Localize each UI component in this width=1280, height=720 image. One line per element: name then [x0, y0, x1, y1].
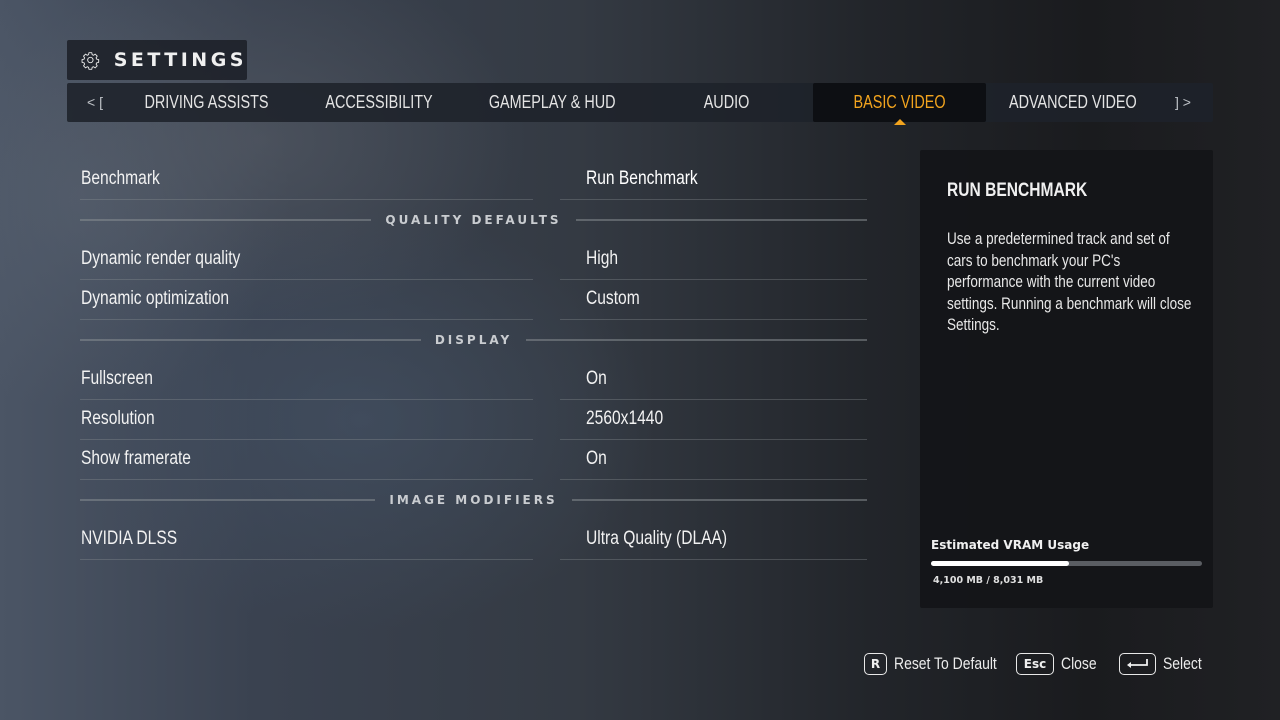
info-title: RUN BENCHMARK [947, 180, 1088, 201]
setting-label: Resolution [81, 408, 155, 429]
setting-label: Benchmark [81, 168, 160, 189]
tab-advanced-video[interactable]: ADVANCED VIDEO [986, 83, 1159, 122]
tab-label: AUDIO [703, 92, 750, 112]
setting-row-dynamic-render-quality[interactable]: Dynamic render quality High [80, 240, 867, 280]
r-key-icon: R [864, 653, 887, 675]
esc-key-icon: Esc [1016, 653, 1054, 675]
setting-row-dynamic-optimization[interactable]: Dynamic optimization Custom [80, 280, 867, 320]
setting-value[interactable]: On [586, 368, 607, 390]
tab-label: GAMEPLAY & HUD [489, 92, 616, 112]
info-panel: RUN BENCHMARK Use a predetermined track … [920, 150, 1213, 608]
section-divider [80, 499, 376, 501]
setting-row-benchmark[interactable]: Benchmark Run Benchmark [80, 160, 867, 200]
vram-label: Estimated VRAM Usage [931, 538, 1090, 552]
enter-key-icon [1119, 653, 1156, 675]
section-image-modifiers: IMAGE MODIFIERS [80, 480, 868, 520]
info-description: Use a predetermined track and set of car… [947, 230, 1192, 334]
setting-label: Show framerate [81, 448, 191, 469]
close-label: Close [1061, 654, 1097, 673]
tab-next-button[interactable]: ] > [1175, 83, 1191, 122]
tab-label: ACCESSIBILITY [325, 92, 434, 112]
setting-row-show-framerate[interactable]: Show framerate On [80, 440, 867, 480]
select-label: Select [1163, 654, 1202, 673]
section-divider [526, 339, 867, 341]
tab-label: DRIVING ASSISTS [144, 92, 269, 112]
section-title: IMAGE MODIFIERS [389, 493, 558, 507]
tab-label: BASIC VIDEO [853, 92, 946, 112]
tab-accessibility[interactable]: ACCESSIBILITY [293, 83, 466, 122]
section-title: QUALITY DEFAULTS [385, 213, 562, 227]
section-quality-defaults: QUALITY DEFAULTS [80, 200, 867, 240]
enter-arrow-icon [1126, 659, 1148, 668]
setting-value[interactable]: High [586, 248, 618, 270]
tab-audio[interactable]: AUDIO [640, 83, 813, 122]
close-button[interactable]: Esc Close [1016, 652, 1104, 676]
reset-label: Reset To Default [894, 654, 997, 673]
select-button[interactable]: Select [1119, 652, 1210, 676]
tab-prev-button[interactable]: < [ [87, 83, 103, 122]
page-title: SETTINGS [113, 49, 247, 71]
setting-label: Dynamic optimization [81, 288, 230, 309]
row-divider [80, 559, 533, 560]
gear-icon [81, 52, 100, 70]
section-divider [80, 219, 372, 221]
setting-row-fullscreen[interactable]: Fullscreen On [80, 360, 867, 400]
vram-usage-text: 4,100 MB / 8,031 MB [933, 575, 1044, 586]
setting-label: NVIDIA DLSS [81, 528, 178, 549]
settings-list: Benchmark Run Benchmark QUALITY DEFAULTS… [80, 160, 868, 560]
row-divider [560, 559, 867, 560]
setting-label: Dynamic render quality [81, 248, 241, 269]
tab-bar: < [ DRIVING ASSISTS ACCESSIBILITY GAMEPL… [67, 83, 1213, 125]
setting-row-resolution[interactable]: Resolution 2560x1440 [80, 400, 867, 440]
vram-usage-fill [931, 561, 1070, 566]
setting-value[interactable]: On [586, 448, 607, 470]
section-divider [571, 499, 868, 501]
tab-basic-video[interactable]: BASIC VIDEO [813, 83, 986, 125]
section-divider [575, 219, 867, 221]
section-title: DISPLAY [434, 333, 513, 347]
setting-value[interactable]: Custom [586, 288, 640, 310]
setting-row-nvidia-dlss[interactable]: NVIDIA DLSS Ultra Quality (DLAA) [80, 520, 867, 560]
setting-label: Fullscreen [81, 368, 153, 389]
tab-label: ADVANCED VIDEO [1008, 92, 1137, 112]
vram-usage-bar [931, 561, 1202, 566]
setting-value[interactable]: Ultra Quality (DLAA) [586, 528, 727, 550]
tab-gameplay-hud[interactable]: GAMEPLAY & HUD [466, 83, 639, 122]
section-divider [80, 339, 421, 341]
setting-value[interactable]: 2560x1440 [586, 408, 663, 430]
section-display: DISPLAY [80, 320, 867, 360]
setting-value[interactable]: Run Benchmark [586, 168, 698, 190]
reset-to-default-button[interactable]: R Reset To Default [864, 652, 1019, 676]
tab-driving-assists[interactable]: DRIVING ASSISTS [120, 83, 293, 122]
settings-header: SETTINGS [67, 40, 247, 80]
